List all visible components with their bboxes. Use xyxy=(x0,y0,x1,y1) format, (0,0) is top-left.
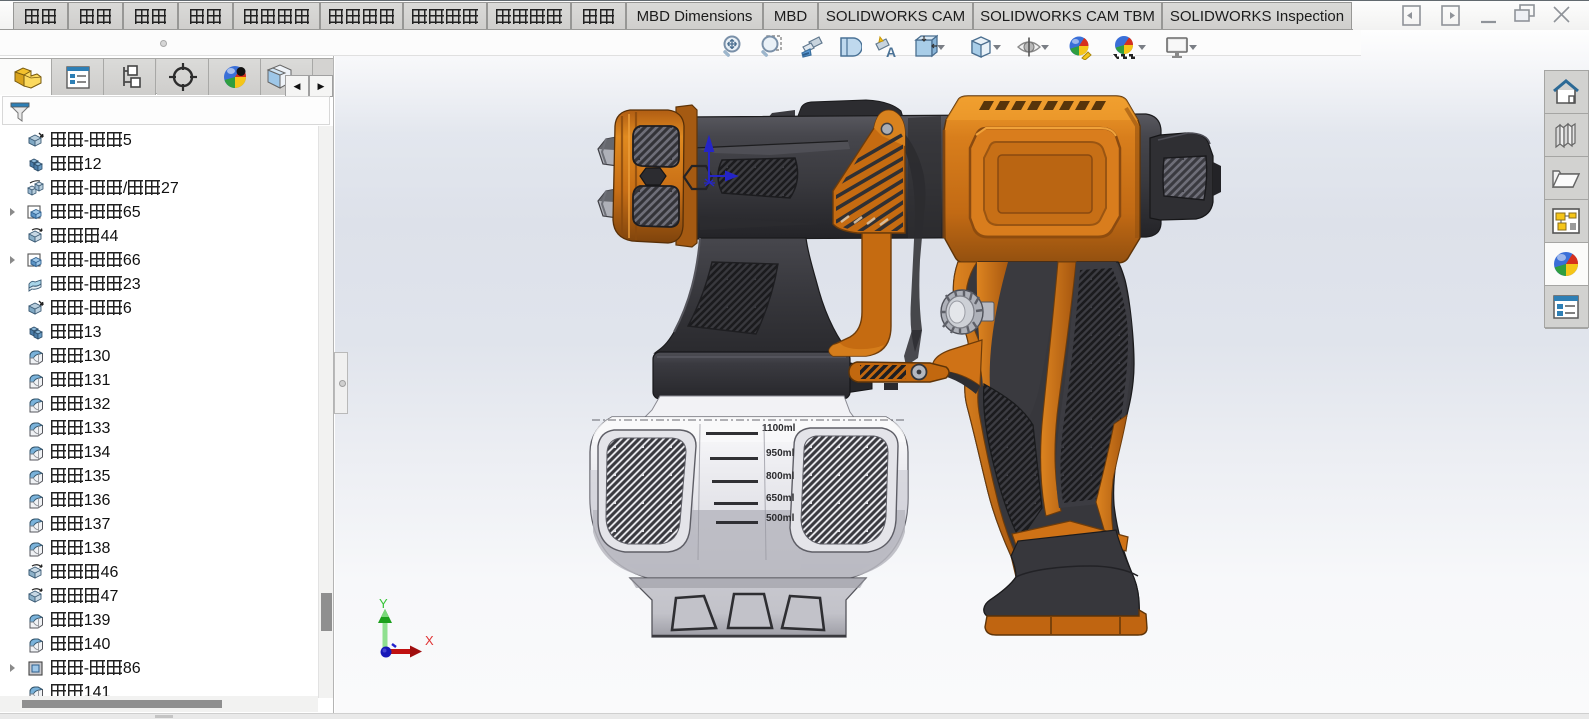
svg-text:A: A xyxy=(886,44,896,60)
svg-text:650ml: 650ml xyxy=(766,493,795,504)
svg-text:800ml: 800ml xyxy=(766,471,795,482)
svg-text:X: X xyxy=(425,633,434,648)
svg-text:500ml: 500ml xyxy=(766,513,795,524)
svg-text:950ml: 950ml xyxy=(766,448,795,459)
svg-text:Y: Y xyxy=(379,596,388,611)
svg-text:1100ml: 1100ml xyxy=(762,423,796,434)
